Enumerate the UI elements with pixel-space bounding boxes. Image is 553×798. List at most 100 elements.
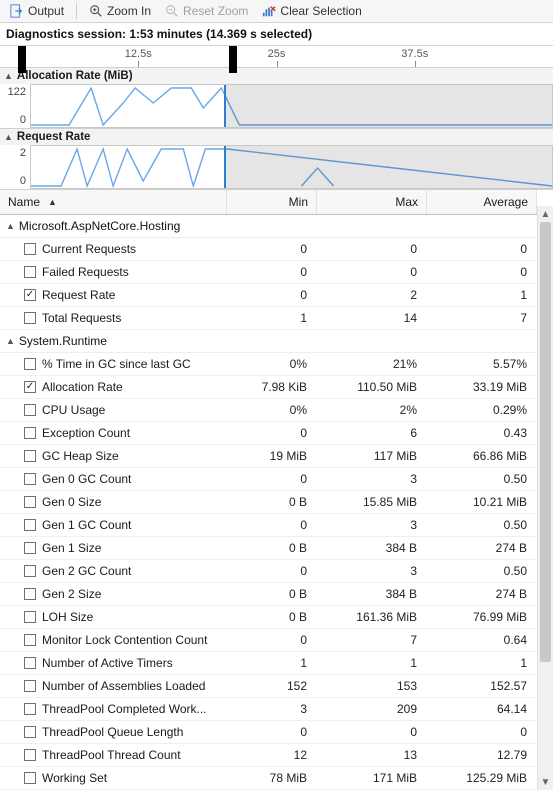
checkbox[interactable] [24, 404, 36, 416]
tick-label: 37.5s [401, 48, 428, 60]
metric-name: Gen 0 GC Count [42, 472, 131, 486]
metric-name: Request Rate [42, 288, 115, 302]
table-row[interactable]: Number of Active Timers111 [0, 652, 537, 675]
metric-max: 153 [317, 675, 427, 697]
metric-avg: 1 [427, 284, 537, 306]
checkbox[interactable] [24, 657, 36, 669]
table-row[interactable]: Current Requests000 [0, 238, 537, 261]
checkbox[interactable] [24, 565, 36, 577]
metric-min: 0 B [227, 537, 317, 559]
table-row[interactable]: % Time in GC since last GC0%21%5.57% [0, 353, 537, 376]
table-row[interactable]: Gen 2 Size0 B384 B274 B [0, 583, 537, 606]
group-row[interactable]: ▲Microsoft.AspNetCore.Hosting [0, 215, 537, 238]
selection-end-handle[interactable] [229, 46, 237, 73]
metric-name: Number of Assemblies Loaded [42, 679, 205, 693]
table-row[interactable]: Total Requests1147 [0, 307, 537, 330]
checkbox[interactable] [24, 266, 36, 278]
scroll-thumb[interactable] [540, 222, 551, 662]
checkbox[interactable] [24, 749, 36, 761]
table-row[interactable]: Gen 0 GC Count030.50 [0, 468, 537, 491]
table-row[interactable]: Monitor Lock Contention Count070.64 [0, 629, 537, 652]
table-row[interactable]: Allocation Rate7.98 KiB110.50 MiB33.19 M… [0, 376, 537, 399]
checkbox[interactable] [24, 703, 36, 715]
group-row[interactable]: ▲System.Runtime [0, 330, 537, 353]
output-label: Output [28, 4, 64, 18]
table-row[interactable]: Gen 0 Size0 B15.85 MiB10.21 MiB [0, 491, 537, 514]
checkbox[interactable] [24, 243, 36, 255]
metric-min: 0 [227, 422, 317, 444]
checkbox[interactable] [24, 427, 36, 439]
checkbox[interactable] [24, 611, 36, 623]
checkbox[interactable] [24, 358, 36, 370]
col-header-avg[interactable]: Average [427, 190, 537, 214]
chart-title-row[interactable]: ▲ Request Rate [0, 129, 553, 145]
group-name: System.Runtime [19, 334, 107, 348]
vertical-scrollbar[interactable]: ▲ ▼ [537, 206, 553, 790]
checkbox[interactable] [24, 450, 36, 462]
metric-name: Current Requests [42, 242, 136, 256]
table-row[interactable]: Request Rate021 [0, 284, 537, 307]
unselected-shade [224, 146, 552, 188]
metric-max: 110.50 MiB [317, 376, 427, 398]
metric-max: 3 [317, 514, 427, 536]
metric-min: 0 [227, 261, 317, 283]
metric-max: 6 [317, 422, 427, 444]
metric-max: 384 B [317, 583, 427, 605]
chart-request-rate: ▲ Request Rate 2 0 [0, 129, 553, 190]
timeline-ruler[interactable]: 12.5s 25s 37.5s [0, 46, 553, 68]
selection-start-handle[interactable] [18, 46, 26, 73]
chart-plot-area[interactable] [30, 145, 553, 189]
table-row[interactable]: Gen 2 GC Count030.50 [0, 560, 537, 583]
metric-min: 1 [227, 307, 317, 329]
checkbox[interactable] [24, 312, 36, 324]
checkbox[interactable] [24, 473, 36, 485]
collapse-icon: ▲ [4, 132, 13, 142]
col-header-min[interactable]: Min [227, 190, 317, 214]
checkbox[interactable] [24, 289, 36, 301]
scroll-track[interactable] [538, 222, 553, 774]
metric-min: 0 B [227, 606, 317, 628]
checkbox[interactable] [24, 519, 36, 531]
table-row[interactable]: Failed Requests000 [0, 261, 537, 284]
checkbox[interactable] [24, 381, 36, 393]
metric-min: 1 [227, 652, 317, 674]
col-header-max[interactable]: Max [317, 190, 427, 214]
table-row[interactable]: Gen 1 GC Count030.50 [0, 514, 537, 537]
table-row[interactable]: ThreadPool Completed Work...320964.14 [0, 698, 537, 721]
zoom-in-button[interactable]: Zoom In [83, 2, 157, 20]
metric-max: 3 [317, 560, 427, 582]
clear-selection-button[interactable]: Clear Selection [256, 2, 367, 20]
table-row[interactable]: Working Set78 MiB171 MiB125.29 MiB [0, 767, 537, 790]
tick-label: 25s [268, 48, 286, 60]
table-row[interactable]: Number of Assemblies Loaded152153152.57 [0, 675, 537, 698]
metric-max: 7 [317, 629, 427, 651]
axis-min: 0 [20, 114, 26, 126]
checkbox[interactable] [24, 680, 36, 692]
table-row[interactable]: ThreadPool Thread Count121312.79 [0, 744, 537, 767]
scroll-down-icon[interactable]: ▼ [538, 774, 553, 790]
checkbox[interactable] [24, 634, 36, 646]
metric-name: % Time in GC since last GC [42, 357, 191, 371]
table-row[interactable]: Gen 1 Size0 B384 B274 B [0, 537, 537, 560]
metric-max: 209 [317, 698, 427, 720]
table-row[interactable]: GC Heap Size19 MiB117 MiB66.86 MiB [0, 445, 537, 468]
chart-y-axis: 122 0 [0, 84, 30, 128]
chart-title-row[interactable]: ▲ Allocation Rate (MiB) [0, 68, 553, 84]
chart-allocation-rate: ▲ Allocation Rate (MiB) 122 0 [0, 68, 553, 129]
checkbox[interactable] [24, 542, 36, 554]
checkbox[interactable] [24, 772, 36, 784]
checkbox[interactable] [24, 588, 36, 600]
col-header-name[interactable]: Name ▲ [0, 190, 227, 214]
session-info: Diagnostics session: 1:53 minutes (14.36… [0, 23, 553, 46]
metric-max: 0 [317, 238, 427, 260]
output-button[interactable]: Output [4, 2, 70, 20]
metric-min: 0 [227, 284, 317, 306]
table-row[interactable]: LOH Size0 B161.36 MiB76.99 MiB [0, 606, 537, 629]
checkbox[interactable] [24, 496, 36, 508]
table-row[interactable]: ThreadPool Queue Length000 [0, 721, 537, 744]
checkbox[interactable] [24, 726, 36, 738]
table-row[interactable]: Exception Count060.43 [0, 422, 537, 445]
chart-plot-area[interactable] [30, 84, 553, 128]
scroll-up-icon[interactable]: ▲ [538, 206, 553, 222]
table-row[interactable]: CPU Usage0%2%0.29% [0, 399, 537, 422]
